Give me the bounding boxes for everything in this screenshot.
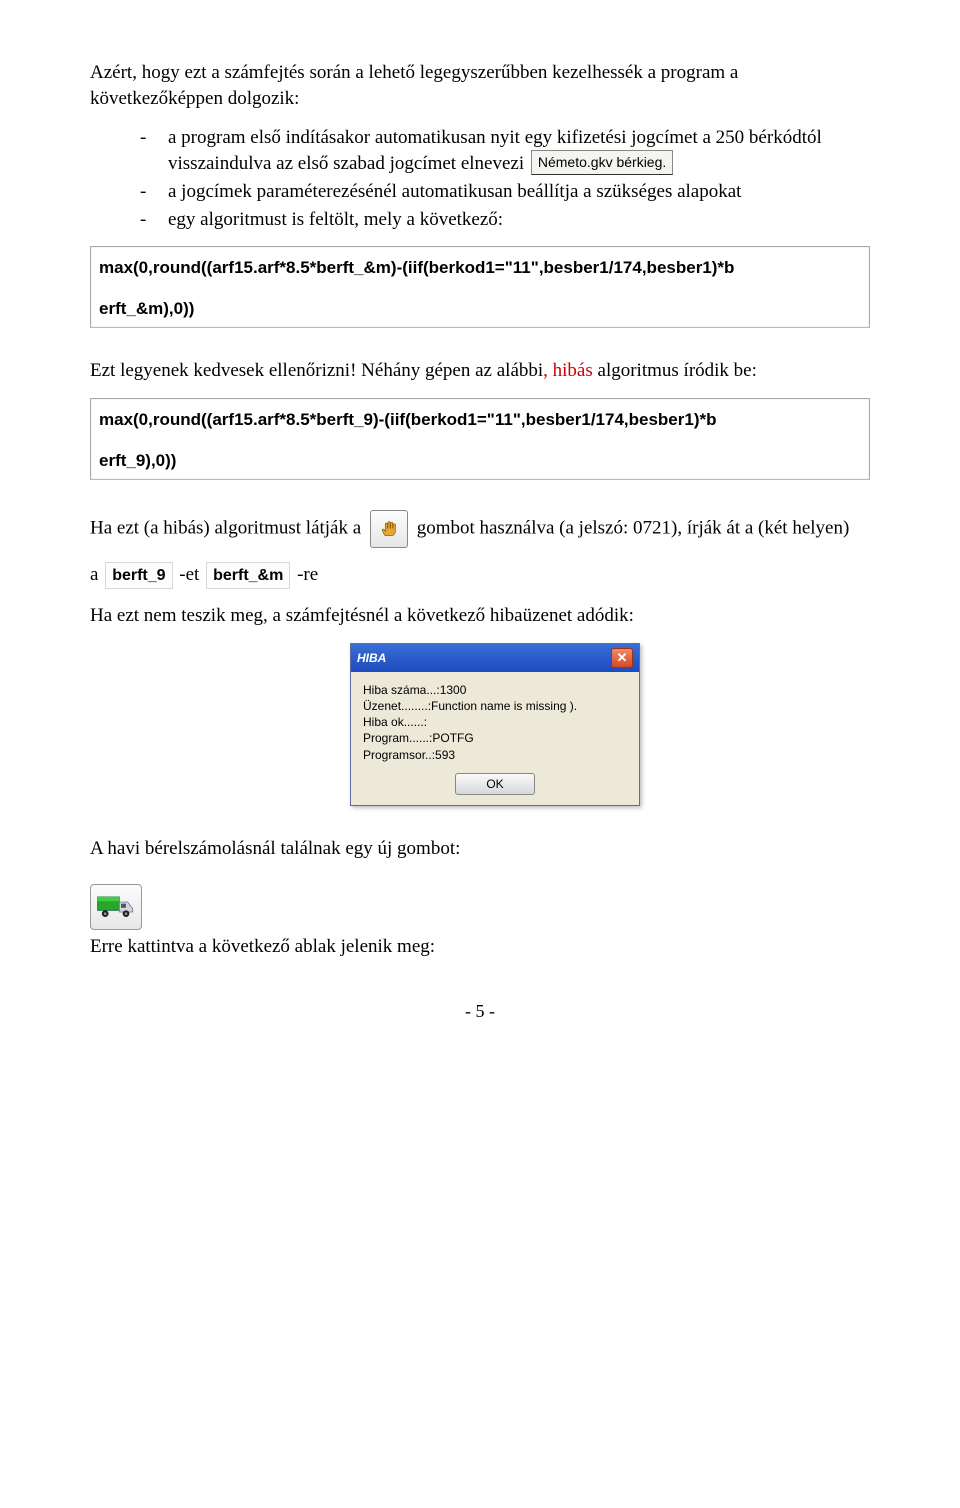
dialog-line-4: Programsor..:593 bbox=[363, 747, 627, 763]
formula1-line-b: erft_&m),0)) bbox=[99, 298, 861, 321]
replace-a: a bbox=[90, 564, 103, 585]
truck-button[interactable] bbox=[90, 884, 142, 930]
dialog-line-2: Hiba ok......: bbox=[363, 714, 627, 730]
click-result-paragraph: Erre kattintva a következő ablak jelenik… bbox=[90, 934, 870, 960]
dialog-body: Hiba száma...:1300 Üzenet........:Functi… bbox=[351, 672, 639, 805]
warn-a: Ezt legyenek kedvesek ellenőrizni! Néhán… bbox=[90, 360, 543, 381]
replace-b: -et bbox=[179, 564, 204, 585]
formula-box-2[interactable]: max(0,round((arf15.arf*8.5*berft_9)-(iif… bbox=[90, 398, 870, 480]
dash-icon: - bbox=[140, 179, 168, 205]
ok-button[interactable]: OK bbox=[455, 773, 535, 795]
token-berft-m: berft_&m bbox=[206, 562, 290, 590]
hand-button[interactable] bbox=[370, 510, 408, 548]
bullet-list: - a program első indításakor automatikus… bbox=[90, 125, 870, 232]
warning-paragraph: Ezt legyenek kedvesek ellenőrizni! Néhán… bbox=[90, 358, 870, 384]
hand-icon bbox=[380, 520, 398, 538]
replace-c: -re bbox=[297, 564, 318, 585]
bullet-2: - a jogcímek paraméterezésénél automatik… bbox=[140, 179, 870, 205]
warn-red: , hibás bbox=[543, 360, 597, 381]
close-icon[interactable]: ✕ bbox=[611, 648, 633, 668]
error-intro: Ha ezt nem teszik meg, a számfejtésnél a… bbox=[90, 603, 870, 629]
dash-icon: - bbox=[140, 125, 168, 151]
formula1-line-a: max(0,round((arf15.arf*8.5*berft_&m)-(ii… bbox=[99, 258, 734, 277]
instr-a: Ha ezt (a hibás) algoritmust látják a bbox=[90, 517, 366, 538]
dialog-line-3: Program......:POTFG bbox=[363, 730, 627, 746]
warn-b: algoritmus íródik be: bbox=[598, 360, 757, 381]
dialog-line-1: Üzenet........:Function name is missing … bbox=[363, 698, 627, 714]
bullet-3: - egy algoritmust is feltölt, mely a köv… bbox=[140, 207, 870, 233]
dialog-line-0: Hiba száma...:1300 bbox=[363, 682, 627, 698]
dialog-title: HIBA bbox=[357, 650, 386, 666]
bullet-1: - a program első indításakor automatikus… bbox=[140, 125, 870, 177]
bullet-1-text: a program első indításakor automatikusan… bbox=[168, 127, 822, 174]
formula-box-1[interactable]: max(0,round((arf15.arf*8.5*berft_&m)-(ii… bbox=[90, 246, 870, 328]
new-button-paragraph: A havi bérelszámolásnál találnak egy új … bbox=[90, 836, 870, 862]
formula2-line-b: erft_9),0)) bbox=[99, 450, 861, 473]
intro-paragraph: Azért, hogy ezt a számfejtés során a leh… bbox=[90, 60, 870, 111]
dash-icon: - bbox=[140, 207, 168, 233]
instruction-paragraph: Ha ezt (a hibás) algoritmust látják a go… bbox=[90, 510, 870, 548]
truck-icon bbox=[96, 893, 136, 921]
error-dialog: HIBA ✕ Hiba száma...:1300 Üzenet........… bbox=[350, 643, 640, 806]
formula2-line-a: max(0,round((arf15.arf*8.5*berft_9)-(iif… bbox=[99, 410, 717, 429]
bullet-2-text: a jogcímek paraméterezésénél automatikus… bbox=[168, 179, 741, 205]
instr-b: gombot használva (a jelszó: 0721), írják… bbox=[417, 517, 850, 538]
token-berft-9: berft_9 bbox=[105, 562, 172, 590]
dialog-titlebar: HIBA ✕ bbox=[351, 644, 639, 672]
bullet-3-text: egy algoritmust is feltölt, mely a követ… bbox=[168, 207, 503, 233]
replace-line: a berft_9 -et berft_&m -re bbox=[90, 562, 870, 590]
jogcim-field[interactable]: Németo.gkv bérkieg. bbox=[531, 150, 673, 175]
page-number: - 5 - bbox=[90, 999, 870, 1023]
